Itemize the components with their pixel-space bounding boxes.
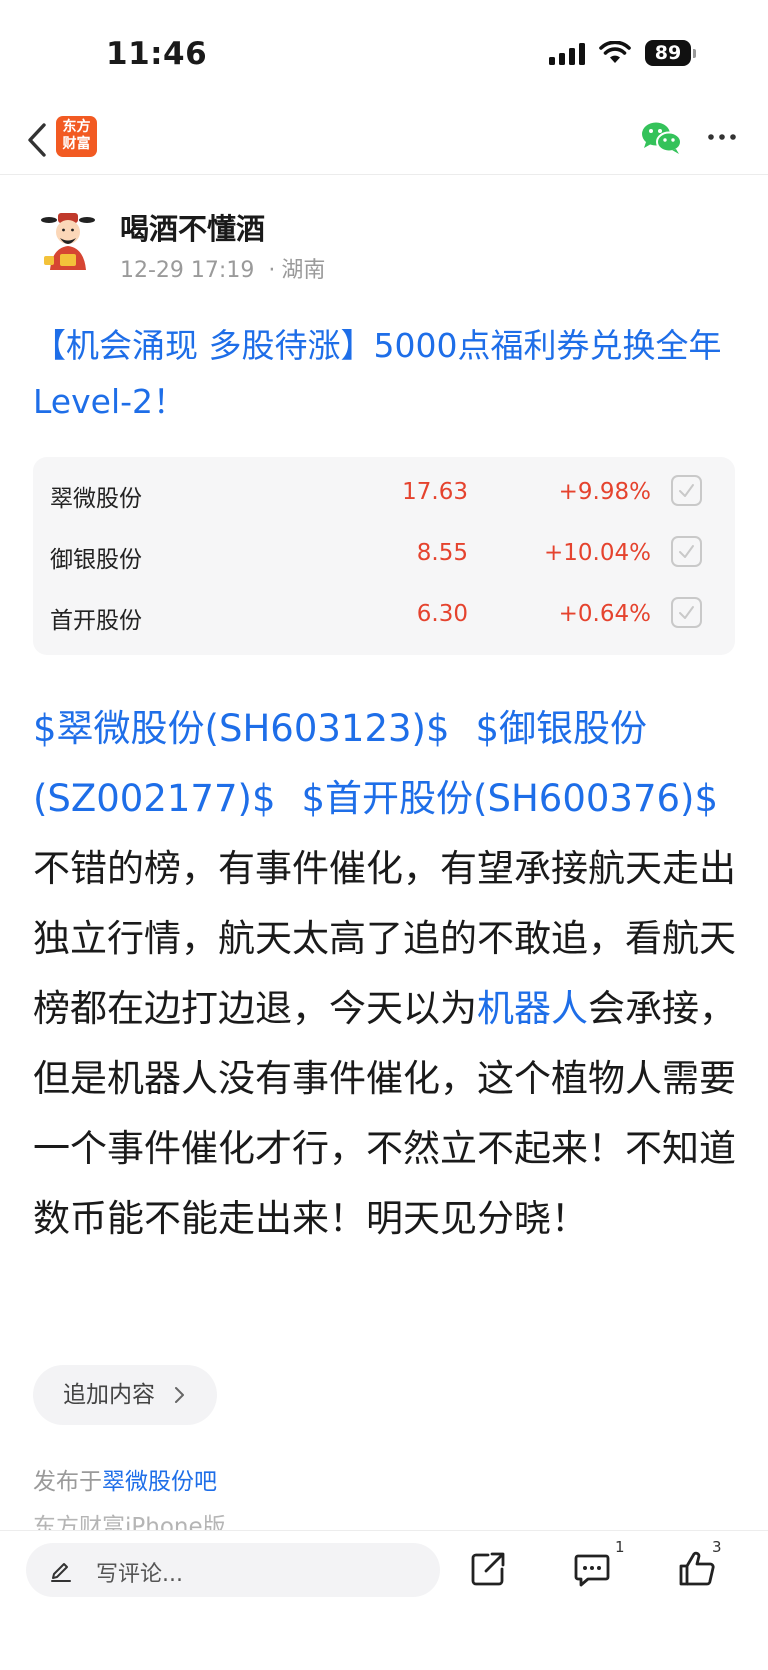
bottom-action-bar: 写评论... 1 3 [0,1530,768,1670]
checkmark-icon [679,606,694,619]
battery-level: 89 [645,40,691,66]
share-icon [471,1552,505,1586]
stock-change: +10.04% [544,540,651,566]
posted-in: 发布于翠微股份吧 [33,1462,217,1496]
stock-card: 翠微股份 17.63 +9.98% 御银股份 8.55 +10.04% 首开股份… [33,457,735,655]
post-body: $翠微股份(SH603123)$ $御银股份(SZ002177)$ $首开股份(SH… [33,694,738,1254]
add-watchlist-checkbox[interactable] [671,475,702,506]
stock-row[interactable]: 翠微股份 17.63 +9.98% [33,475,735,515]
status-indicators: 89 [549,40,696,66]
keyword-link[interactable]: 机器人 [477,987,588,1030]
comment-icon [574,1554,610,1587]
status-bar: 11:46 89 [0,0,768,110]
post-location: 湖南 [281,258,326,283]
append-content-label: 追加内容 [63,1382,155,1408]
battery-icon: 89 [645,40,696,66]
stock-tag-link[interactable]: $首开股份(SH600376)$ [302,777,719,820]
avatar[interactable] [36,210,100,274]
brand-logo[interactable]: 东方 财富 [56,116,97,157]
chevron-left-icon [28,123,46,157]
stock-name: 御银股份 [50,547,142,573]
append-content-button[interactable]: 追加内容 [33,1365,217,1425]
more-icon [708,134,736,140]
status-time: 11:46 [106,36,208,72]
stock-price: 17.63 [402,479,468,505]
author-name[interactable]: 喝酒不懂酒 [120,206,265,248]
stock-price: 6.30 [416,601,468,627]
stock-row[interactable]: 御银股份 8.55 +10.04% [33,536,735,576]
stock-change: +0.64% [558,601,651,627]
post-title[interactable]: 【机会涌现 多股待涨】5000点福利券兑换全年Level-2！ [33,318,738,430]
checkmark-icon [679,484,694,497]
add-watchlist-checkbox[interactable] [671,597,702,628]
like-count-badge: 3 [712,1538,722,1556]
back-button[interactable] [22,118,58,162]
thumbs-up-icon [679,1551,715,1586]
stock-tag-link[interactable]: $翠微股份(SH603123)$ [33,707,450,750]
wifi-icon [599,41,631,63]
share-button[interactable] [468,1549,512,1593]
comment-placeholder: 写评论... [96,1562,183,1587]
post-date: 12-29 17:19 [120,258,255,283]
cellular-signal-icon [549,41,585,65]
checkmark-icon [679,545,694,558]
author-header: 喝酒不懂酒 12-29 17:19 · 湖南 [36,200,736,290]
stock-bar-link[interactable]: 翠微股份吧 [102,1469,217,1495]
comment-input[interactable]: 写评论... [26,1543,440,1597]
wechat-icon [642,122,682,154]
comment-button[interactable] [572,1549,616,1593]
stock-row[interactable]: 首开股份 6.30 +0.64% [33,597,735,637]
chevron-right-icon [175,1387,184,1403]
stock-name: 首开股份 [50,608,142,634]
god-of-wealth-avatar-icon [41,213,95,270]
wechat-share-button[interactable] [640,120,684,156]
pencil-icon [51,1563,71,1582]
comment-count-badge: 1 [615,1538,625,1556]
stock-price: 8.55 [416,540,468,566]
nav-bar: 东方 财富 [0,110,768,175]
more-options-button[interactable] [705,122,741,152]
add-watchlist-checkbox[interactable] [671,536,702,567]
stock-change: +9.98% [558,479,651,505]
post-meta: 12-29 17:19 · 湖南 [120,258,326,283]
stock-name: 翠微股份 [50,486,142,512]
posted-in-prefix: 发布于 [33,1469,102,1495]
